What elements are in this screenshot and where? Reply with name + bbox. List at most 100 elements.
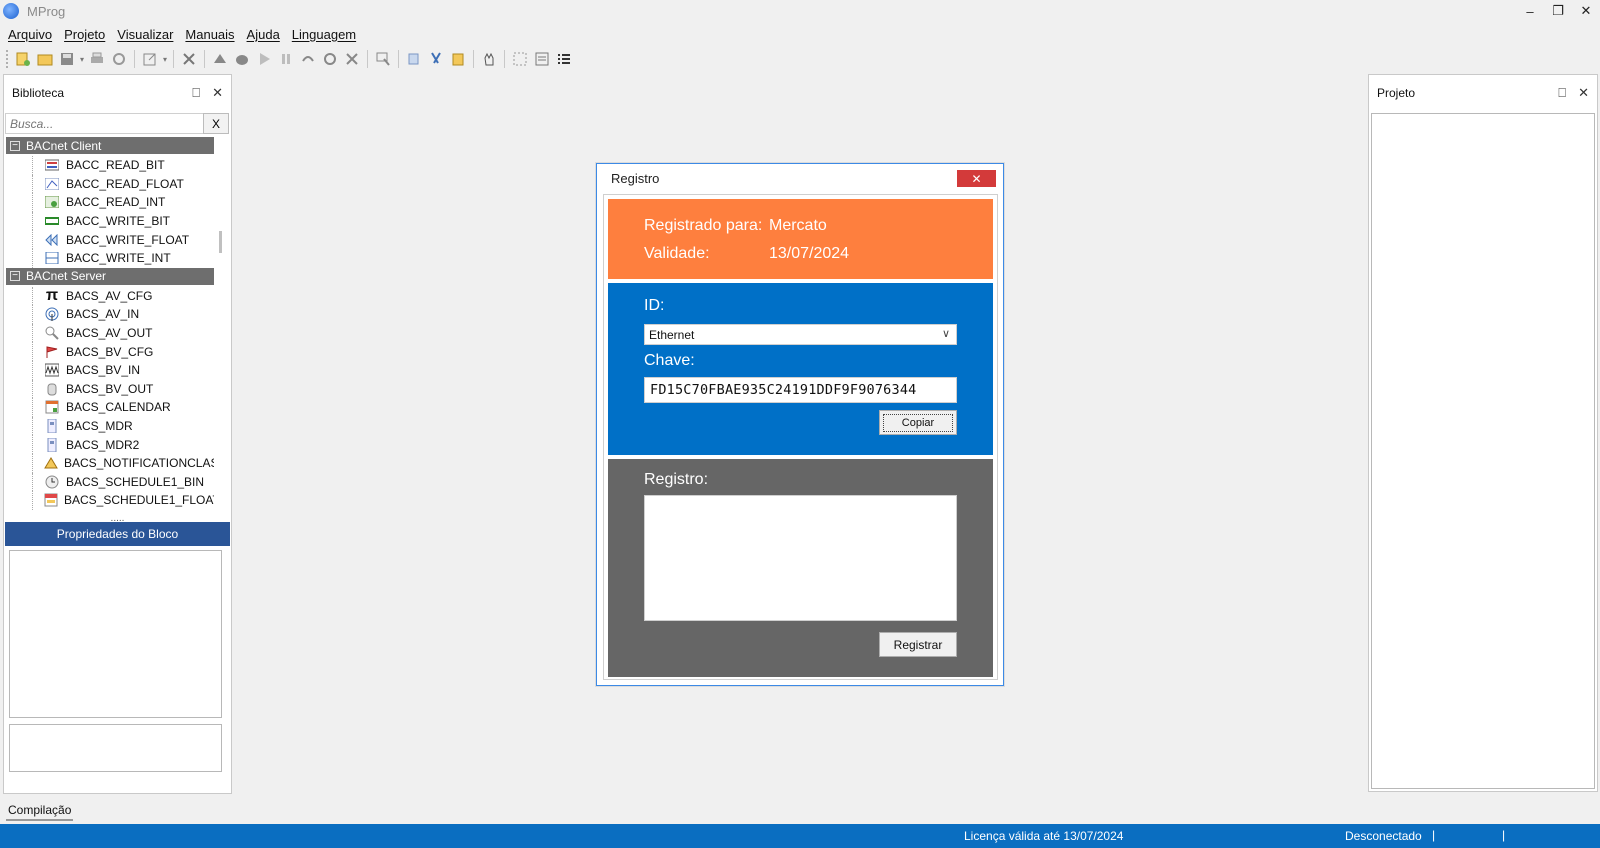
library-search: X xyxy=(5,113,229,134)
tree-item[interactable]: BACS_SCHEDULE1_BIN xyxy=(6,472,214,492)
tree-item[interactable]: BACS_NOTIFICATIONCLAS xyxy=(6,453,214,473)
tree-scrollbar[interactable] xyxy=(219,231,222,253)
library-panel: Biblioteca ⎕ ✕ X − BACnet Client BACC_RE… xyxy=(3,74,232,794)
dialog-close-button[interactable]: ✕ xyxy=(957,170,996,187)
tree-item[interactable]: BACC_WRITE_BIT xyxy=(6,211,214,231)
close-icon[interactable]: ✕ xyxy=(212,85,223,101)
tree-item-label: BACS_MDR xyxy=(66,419,133,434)
tree-item[interactable]: BACS_CALENDAR xyxy=(6,398,214,417)
compile-icon[interactable] xyxy=(209,48,231,70)
cut-icon[interactable] xyxy=(425,48,447,70)
tree-item-label: BACC_READ_INT xyxy=(66,195,166,210)
toolbar-separator xyxy=(173,50,174,68)
grid-icon[interactable] xyxy=(509,48,531,70)
pause-icon[interactable] xyxy=(275,48,297,70)
write-float-icon xyxy=(44,233,60,247)
new-project-icon[interactable] xyxy=(12,48,34,70)
close-icon[interactable]: ✕ xyxy=(1578,85,1589,101)
select-icon[interactable] xyxy=(372,48,394,70)
toolbar-grip[interactable] xyxy=(6,50,9,68)
toolbar-separator xyxy=(204,50,205,68)
run-icon[interactable] xyxy=(253,48,275,70)
register-button[interactable]: Registrar xyxy=(879,632,957,657)
hand-icon[interactable] xyxy=(478,48,500,70)
refresh-icon[interactable] xyxy=(319,48,341,70)
waveform-icon xyxy=(44,363,60,377)
properties-icon[interactable] xyxy=(531,48,553,70)
tree-item[interactable]: π BACS_AV_CFG xyxy=(6,286,214,306)
menu-projeto[interactable]: Projeto xyxy=(58,27,111,42)
close-button[interactable]: ✕ xyxy=(1572,0,1600,22)
search-input[interactable] xyxy=(5,113,203,134)
status-separator: | xyxy=(1432,828,1436,842)
id-select[interactable]: Ethernet ∨ xyxy=(644,324,957,345)
tree-item[interactable]: BACC_READ_FLOAT xyxy=(6,174,214,194)
minimize-button[interactable]: – xyxy=(1516,0,1544,22)
menu-visualizar[interactable]: Visualizar xyxy=(111,27,179,42)
title-bar: MProg – ❐ ✕ xyxy=(0,0,1600,22)
notification-icon xyxy=(44,456,58,470)
registration-code-section: Registro: Registrar xyxy=(608,459,993,677)
device-icon xyxy=(44,437,60,452)
export-dropdown-icon[interactable]: ▾ xyxy=(161,48,169,70)
tab-compilacao[interactable]: Compilação xyxy=(6,803,74,821)
tree-item-label: BACS_SCHEDULE1_BIN xyxy=(66,474,205,489)
menu-linguagem[interactable]: Linguagem xyxy=(286,27,362,42)
tree-item-label: BACS_AV_CFG xyxy=(66,288,153,303)
attach-icon[interactable] xyxy=(108,48,130,70)
cylinder-icon xyxy=(44,382,60,396)
connection-status: Desconectado xyxy=(1345,829,1422,843)
tree-item[interactable]: BACS_BV_IN xyxy=(6,360,214,380)
export-icon[interactable] xyxy=(139,48,161,70)
save-icon[interactable] xyxy=(56,48,78,70)
step-icon[interactable] xyxy=(297,48,319,70)
paste-icon[interactable] xyxy=(447,48,469,70)
registered-value: Mercato xyxy=(769,217,827,234)
disconnect-icon[interactable] xyxy=(341,48,363,70)
tree-item[interactable]: BACC_READ_BIT xyxy=(6,156,214,175)
tree-item-label: BACC_WRITE_INT xyxy=(66,251,171,266)
open-folder-icon[interactable] xyxy=(34,48,56,70)
properties-grid[interactable] xyxy=(9,550,222,718)
tools-icon[interactable] xyxy=(178,48,200,70)
tree-item[interactable]: BACS_BV_OUT xyxy=(6,379,214,399)
print-icon[interactable] xyxy=(86,48,108,70)
collapse-icon[interactable]: − xyxy=(10,271,20,282)
collapse-icon[interactable]: − xyxy=(10,140,20,151)
tree-group-label: BACnet Server xyxy=(26,269,107,284)
copy-icon[interactable] xyxy=(403,48,425,70)
tree-group-bacnet-server[interactable]: − BACnet Server xyxy=(6,267,214,285)
tree-item[interactable]: BACS_SCHEDULE1_FLOAT xyxy=(6,491,214,510)
toolbar-separator xyxy=(134,50,135,68)
pi-icon: π xyxy=(45,286,59,304)
key-field[interactable]: FD15C70FBAE935C24191DDF9F9076344 xyxy=(644,377,957,403)
tree-group-bacnet-client[interactable]: − BACnet Client xyxy=(6,137,214,154)
list-icon[interactable] xyxy=(553,48,575,70)
tree-item[interactable]: BACS_AV_IN xyxy=(6,305,214,324)
restore-button[interactable]: ❐ xyxy=(1544,0,1572,22)
tree-item[interactable]: BACS_MDR xyxy=(6,416,214,436)
download-icon[interactable] xyxy=(231,48,253,70)
menu-arquivo[interactable]: Arquivo xyxy=(2,27,58,42)
toolbar-separator xyxy=(504,50,505,68)
project-tree[interactable] xyxy=(1371,113,1595,789)
tree-item[interactable]: BACC_WRITE_INT xyxy=(6,248,214,268)
tree-item-label: BACC_READ_BIT xyxy=(66,158,165,173)
tree-item[interactable]: BACS_BV_CFG xyxy=(6,342,214,361)
tree-item-label: BACC_READ_FLOAT xyxy=(66,176,184,191)
tree-item[interactable]: BACC_READ_INT xyxy=(6,193,214,212)
app-logo-icon xyxy=(3,3,19,19)
save-dropdown-icon[interactable]: ▾ xyxy=(78,48,86,70)
tree-item[interactable]: BACS_AV_OUT xyxy=(6,323,214,343)
write-int-icon xyxy=(44,251,60,265)
copy-button[interactable]: Copiar xyxy=(879,410,957,435)
registro-textarea[interactable] xyxy=(644,495,957,621)
tree-item[interactable]: BACC_WRITE_FLOAT xyxy=(6,230,214,249)
search-clear-button[interactable]: X xyxy=(203,113,229,134)
tree-item[interactable]: BACS_MDR2 xyxy=(6,435,214,454)
id-label: ID: xyxy=(644,297,665,314)
pin-icon[interactable]: ⎕ xyxy=(192,85,200,101)
pin-icon[interactable]: ⎕ xyxy=(1558,85,1566,101)
menu-manuais[interactable]: Manuais xyxy=(179,27,240,42)
menu-ajuda[interactable]: Ajuda xyxy=(241,27,286,42)
